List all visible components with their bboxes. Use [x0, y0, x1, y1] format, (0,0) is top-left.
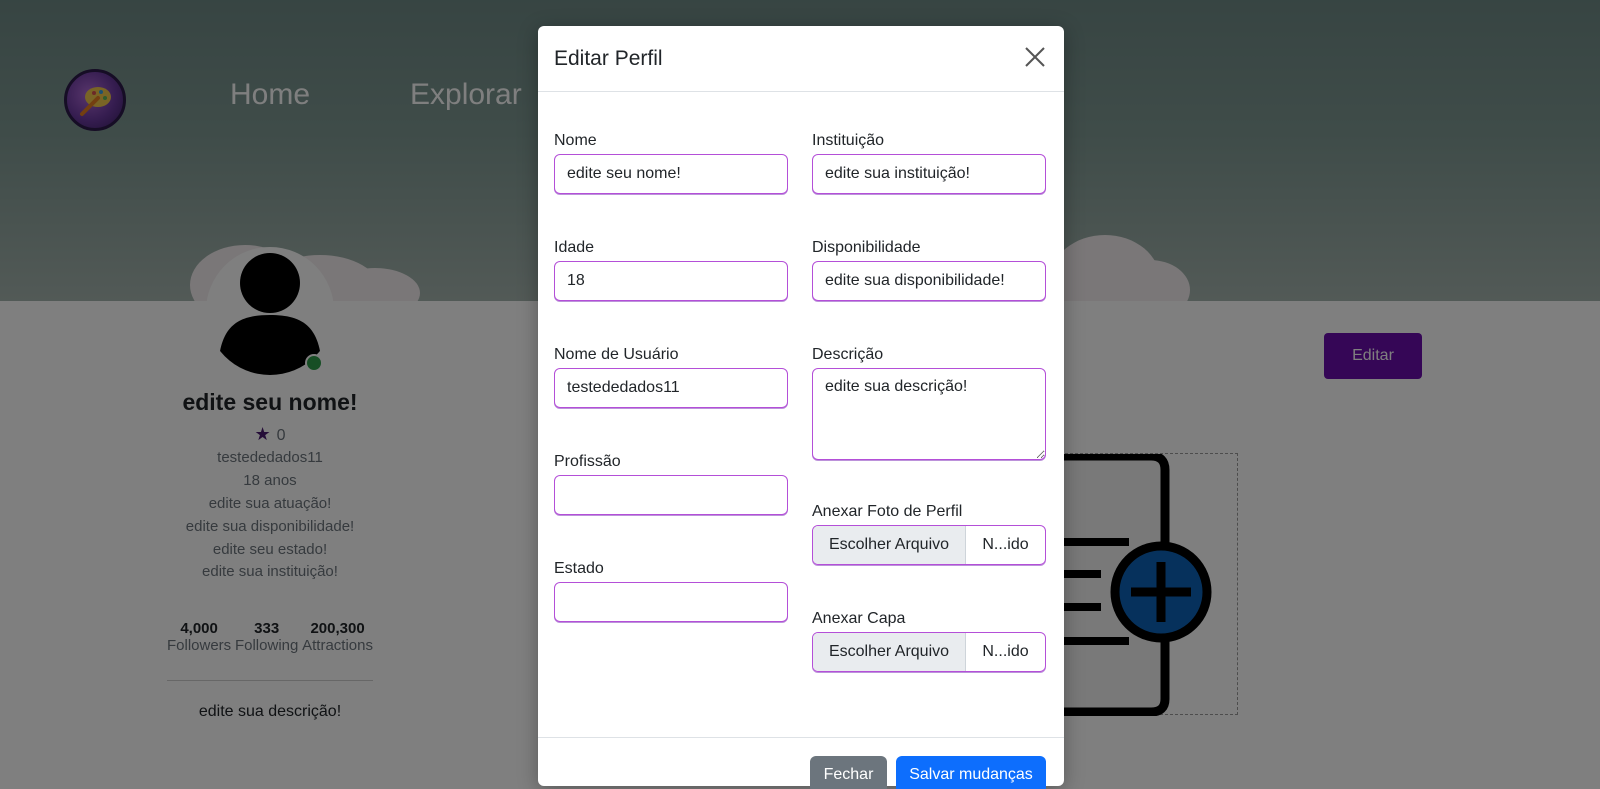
cover-file-input[interactable]: Escolher Arquivo N...ido: [812, 632, 1046, 672]
file-name-text: N...ido: [982, 536, 1029, 553]
edit-profile-modal: Editar Perfil Nome Instituição Idade Dis…: [538, 26, 1064, 789]
institution-field-group: Instituição: [812, 132, 1046, 194]
cover-field-group: Anexar Capa Escolher Arquivo N...ido: [812, 610, 1046, 672]
modal-header: Editar Perfil: [538, 26, 1064, 92]
state-field-group: Estado: [554, 560, 788, 622]
close-button[interactable]: Fechar: [810, 756, 887, 789]
institution-input[interactable]: [812, 154, 1046, 194]
profile-photo-file-input[interactable]: Escolher Arquivo N...ido: [812, 525, 1046, 565]
choose-file-button[interactable]: Escolher Arquivo: [813, 526, 966, 564]
profession-input[interactable]: [554, 475, 788, 515]
age-field-group: Idade: [554, 239, 788, 301]
file-name-text: N...ido: [982, 643, 1029, 660]
age-input[interactable]: [554, 261, 788, 301]
cover-label: Anexar Capa: [812, 610, 906, 627]
username-label: Nome de Usuário: [554, 346, 679, 363]
choose-file-button[interactable]: Escolher Arquivo: [813, 633, 966, 671]
profession-field-group: Profissão: [554, 453, 788, 515]
profile-photo-label: Anexar Foto de Perfil: [812, 503, 963, 520]
institution-label: Instituição: [812, 132, 885, 149]
username-field-group: Nome de Usuário: [554, 346, 788, 408]
name-label: Nome: [554, 132, 597, 149]
description-label: Descrição: [812, 346, 884, 363]
description-field-group: Descrição edite sua descrição!: [812, 346, 1046, 465]
description-textarea[interactable]: edite sua descrição!: [812, 368, 1046, 460]
save-changes-button[interactable]: Salvar mudanças: [896, 756, 1046, 789]
availability-field-group: Disponibilidade: [812, 239, 1046, 301]
modal-title: Editar Perfil: [554, 46, 663, 70]
name-field-group: Nome: [554, 132, 788, 194]
username-input[interactable]: [554, 368, 788, 408]
age-label: Idade: [554, 239, 595, 256]
name-input[interactable]: [554, 154, 788, 194]
availability-label: Disponibilidade: [812, 239, 921, 256]
profile-photo-field-group: Anexar Foto de Perfil Escolher Arquivo N…: [812, 503, 1046, 565]
profession-label: Profissão: [554, 453, 621, 470]
state-label: Estado: [554, 560, 604, 577]
close-icon[interactable]: [1022, 46, 1048, 72]
availability-input[interactable]: [812, 261, 1046, 301]
state-input[interactable]: [554, 582, 788, 622]
modal-footer: Fechar Salvar mudanças: [538, 737, 1064, 789]
modal-body: Nome Instituição Idade Disponibilidade N…: [538, 92, 1064, 737]
